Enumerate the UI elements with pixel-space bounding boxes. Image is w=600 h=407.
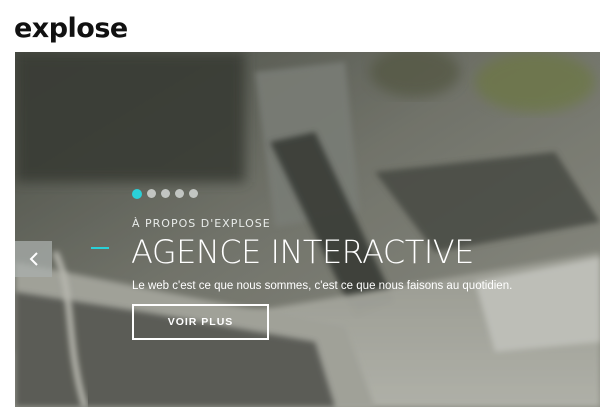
explose-logo[interactable]: explose <box>14 12 128 46</box>
hero-tagline: Le web c'est ce que nous sommes, c'est c… <box>132 280 513 292</box>
slider-dot-5[interactable] <box>189 189 198 198</box>
hero-overlay <box>15 52 600 407</box>
page: explose À PROPOS D'EXPLOSE AGENCE INTERA… <box>0 0 600 407</box>
hero-title: AGENCE INTERACTIVE <box>131 233 474 271</box>
slider-dot-2[interactable] <box>147 189 156 198</box>
slider-prev-button[interactable] <box>15 241 52 277</box>
voir-plus-button[interactable]: VOIR PLUS <box>132 304 269 340</box>
hero-eyebrow: À PROPOS D'EXPLOSE <box>132 217 271 230</box>
chevron-left-icon <box>29 252 38 266</box>
slider-dot-1[interactable] <box>132 188 142 199</box>
slider-dot-4[interactable] <box>175 189 184 198</box>
accent-line <box>91 247 109 249</box>
hero-slider: À PROPOS D'EXPLOSE AGENCE INTERACTIVE Le… <box>15 52 600 407</box>
slider-dot-3[interactable] <box>161 189 170 198</box>
slider-pagination <box>132 188 198 199</box>
